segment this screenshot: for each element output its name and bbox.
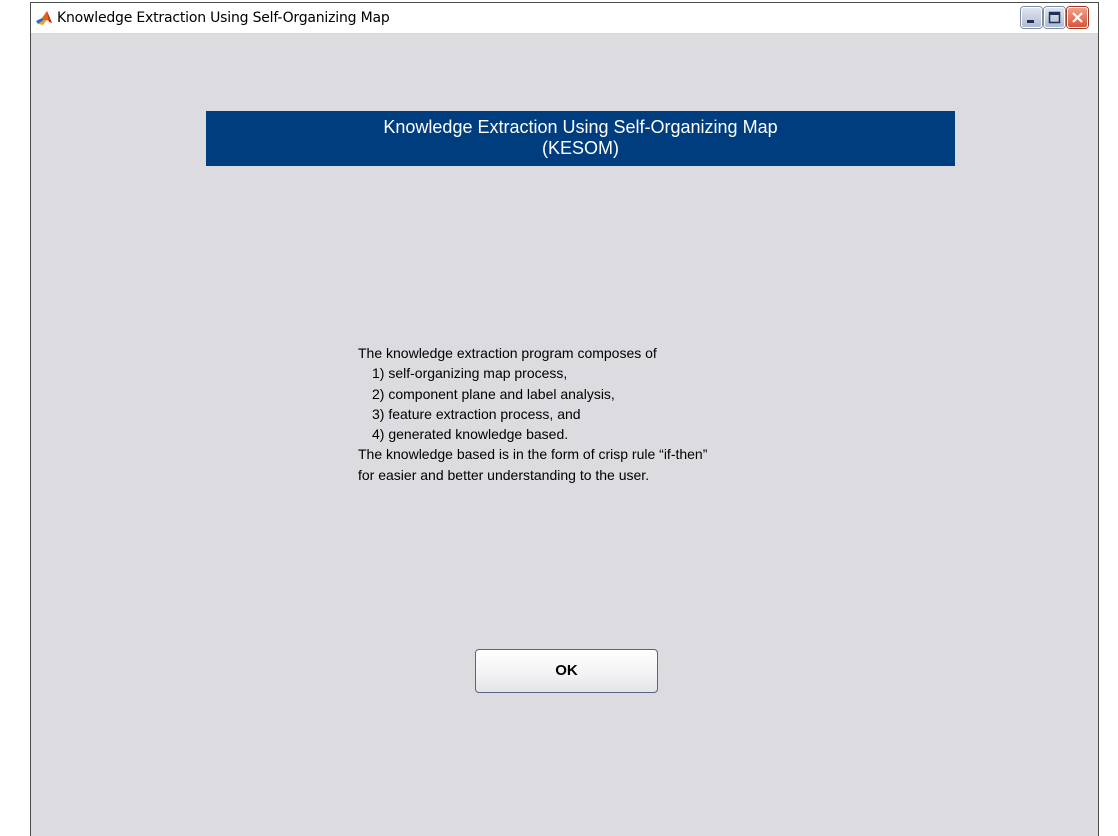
description-intro: The knowledge extraction program compose… [358, 345, 657, 361]
close-button[interactable] [1067, 7, 1088, 28]
window-title: Knowledge Extraction Using Self-Organizi… [57, 10, 390, 26]
minimize-button[interactable] [1021, 7, 1042, 28]
title-bar[interactable]: Knowledge Extraction Using Self-Organizi… [31, 3, 1098, 34]
header-banner: Knowledge Extraction Using Self-Organizi… [206, 111, 955, 166]
header-subtitle: (KESOM) [541, 138, 619, 158]
minimize-icon [1027, 20, 1034, 23]
header-title: Knowledge Extraction Using Self-Organizi… [383, 117, 778, 137]
description-outro: for easier and better understanding to t… [358, 466, 650, 483]
maximize-button[interactable] [1044, 7, 1065, 28]
app-window: Knowledge Extraction Using Self-Organizi… [30, 2, 1099, 836]
description-item: 2) component plane and label analysis, [372, 385, 615, 402]
description-text: The knowledge extraction program compose… [358, 343, 818, 485]
ok-button[interactable]: OK [475, 649, 658, 693]
maximize-icon [1048, 11, 1061, 24]
description-item: 3) feature extraction process, and [372, 405, 581, 422]
matlab-icon [36, 11, 52, 25]
description-outro: The knowledge based is in the form of cr… [358, 446, 708, 463]
description-item: 1) self-organizing map process, [372, 365, 568, 382]
close-icon [1072, 12, 1083, 23]
description-item: 4) generated knowledge based. [372, 426, 569, 443]
